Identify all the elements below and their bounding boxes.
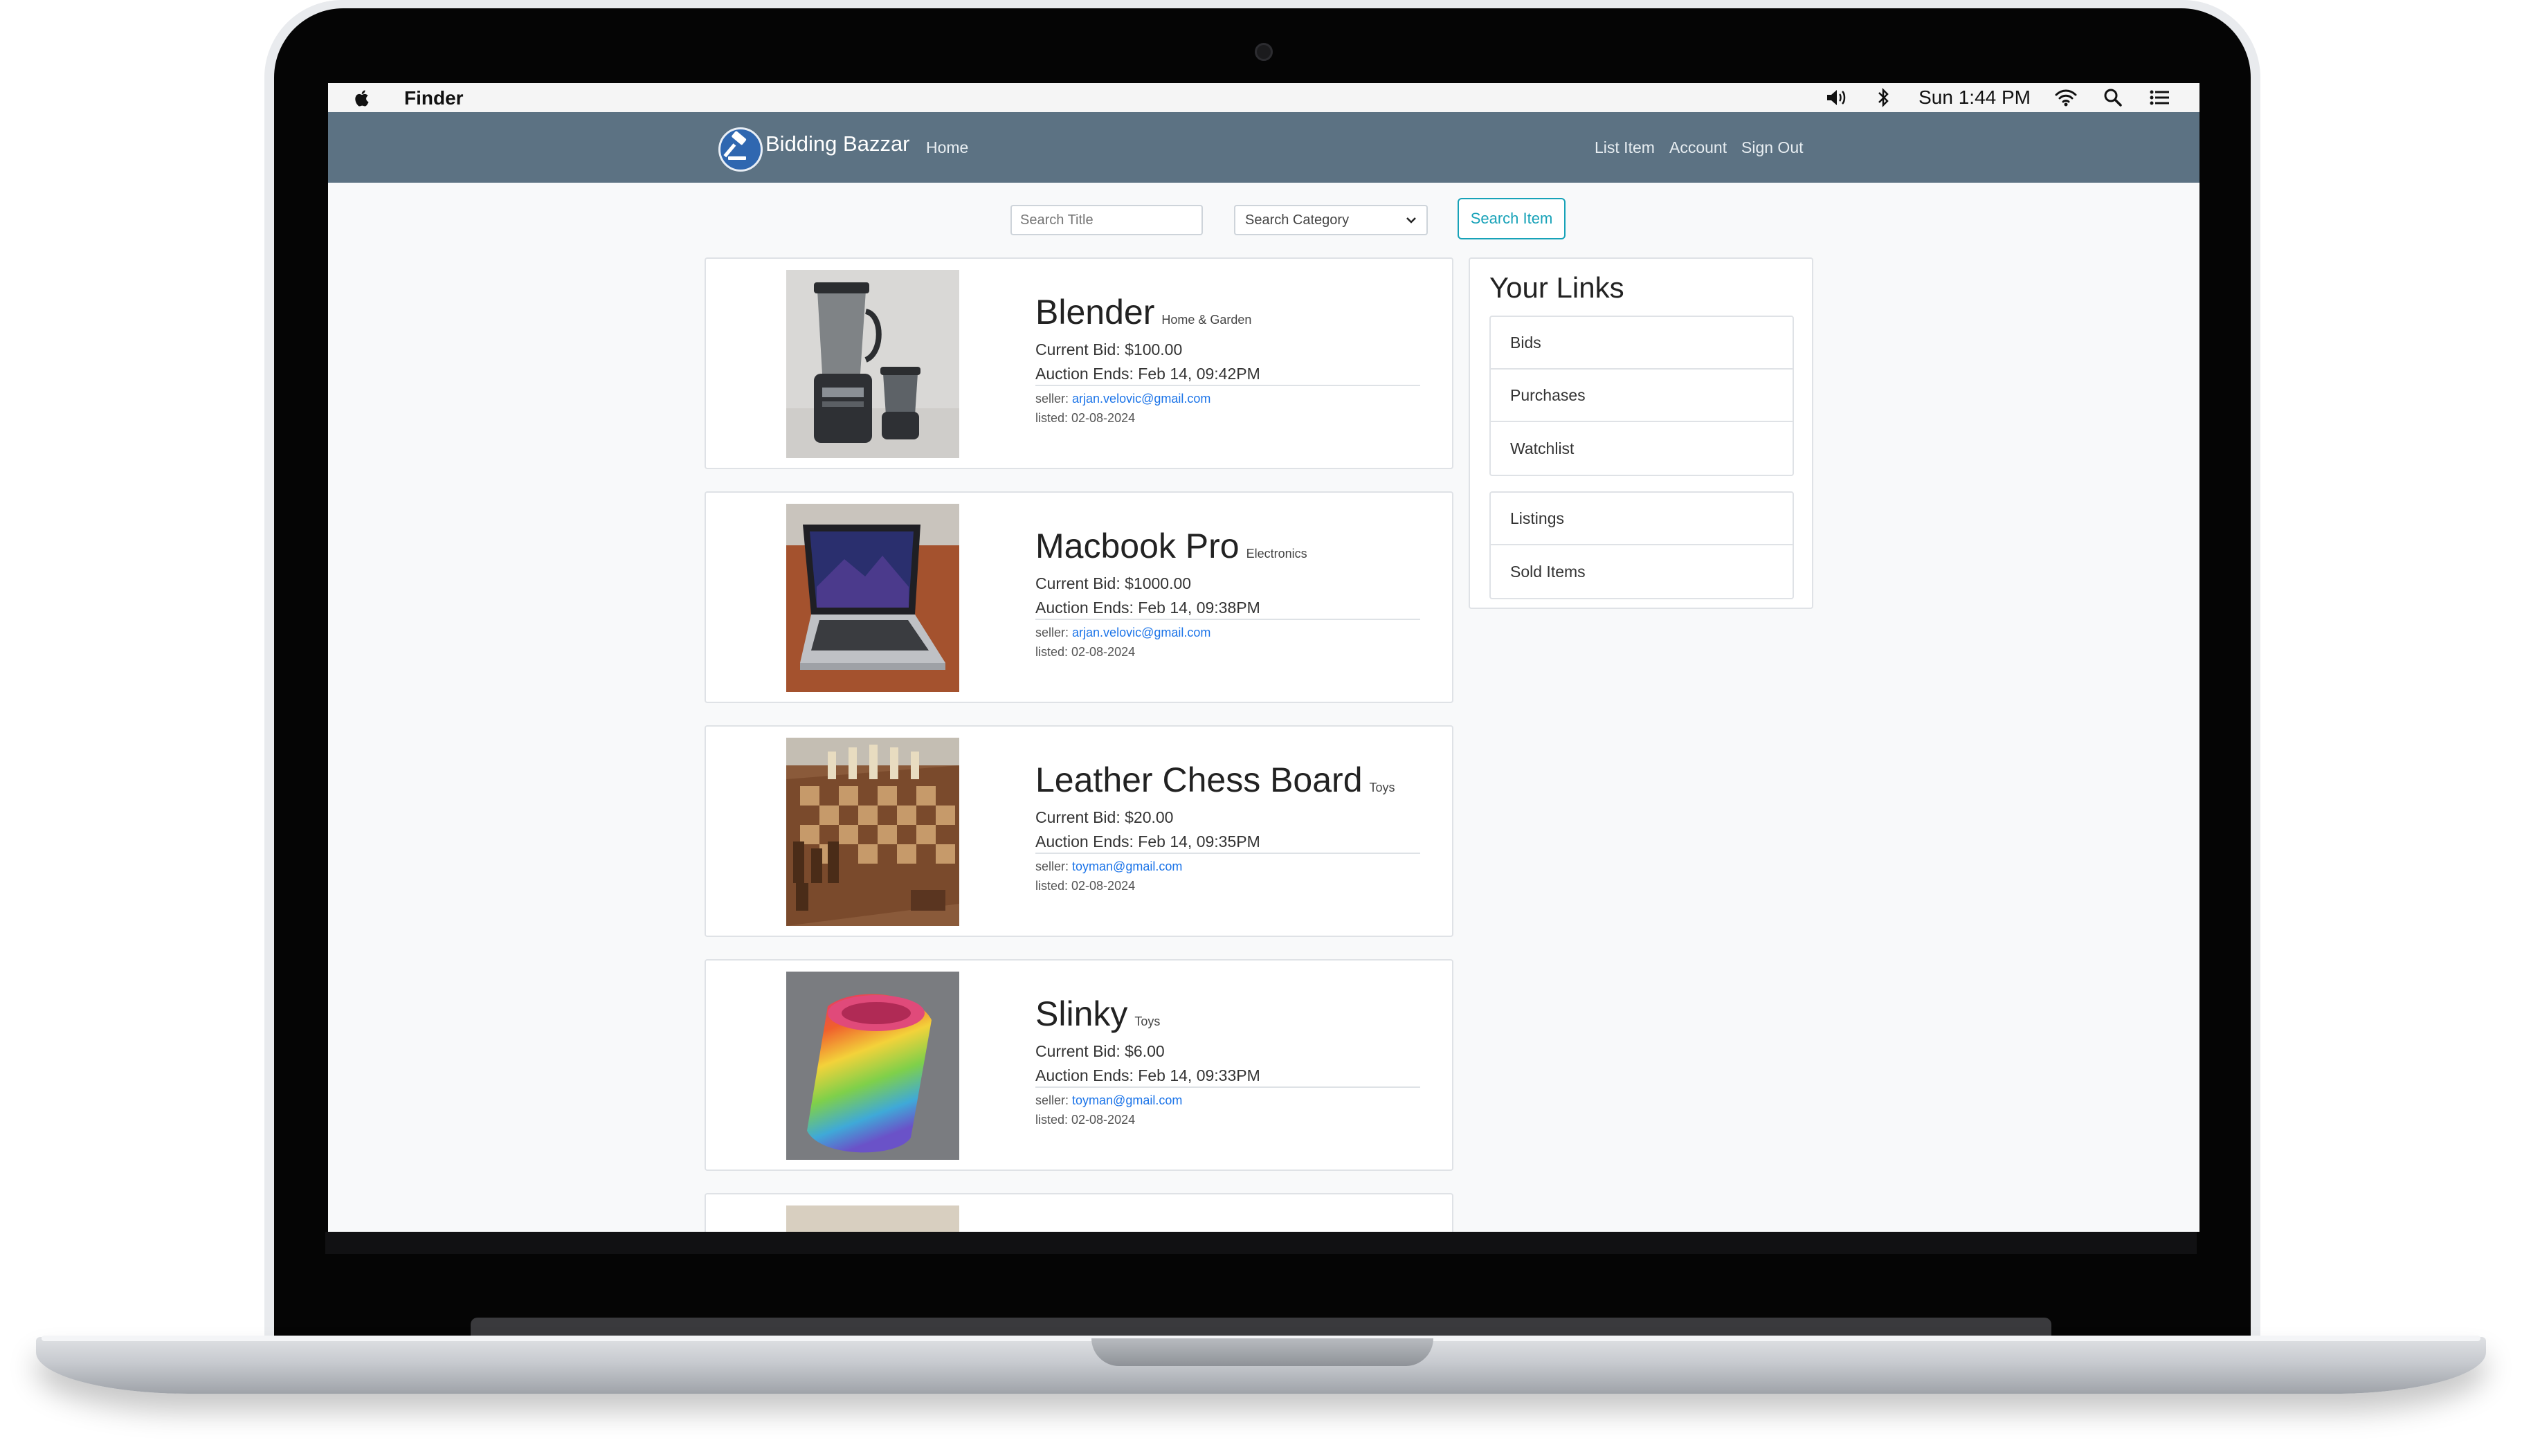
listing-image[interactable] — [786, 1205, 959, 1232]
listing-category: Home & Garden — [1161, 313, 1252, 327]
listing-auction-ends: Auction Ends: Feb 14, 09:33PM — [1035, 1066, 1260, 1084]
seller-email-link[interactable]: arjan.velovic@gmail.com — [1072, 626, 1210, 639]
listing-current-bid: Current Bid: $1000.00 — [1035, 574, 1192, 592]
slinky-image[interactable] — [786, 972, 959, 1160]
link-bids[interactable]: Bids — [1491, 317, 1793, 370]
chess-board-image[interactable] — [786, 738, 959, 926]
search-category-value: Search Category — [1245, 212, 1350, 228]
menubar-clock[interactable]: Sun 1:44 PM — [1918, 87, 2031, 109]
listing-current-bid: Current Bid: $100.00 — [1035, 340, 1183, 358]
listing-category: Toys — [1134, 1014, 1161, 1028]
listing-card[interactable]: Leather Chess Board Toys Current Bid: $20… — [705, 725, 1453, 937]
listing-info: Macbook Pro Electronics Current Bid: $100… — [1035, 526, 1420, 662]
listing-auction-ends: Auction Ends: Feb 14, 09:35PM — [1035, 832, 1260, 850]
divider — [1035, 619, 1420, 620]
divider — [1035, 385, 1420, 386]
listing-card[interactable]: Macbook Pro Electronics Current Bid: $100… — [705, 491, 1453, 703]
divider — [1035, 853, 1420, 854]
listing-listed-date: listed: 02-08-2024 — [1035, 879, 1136, 893]
your-links-title: Your Links — [1489, 271, 1624, 304]
control-center-icon[interactable] — [2148, 87, 2172, 108]
listing-listed-date: listed: 02-08-2024 — [1035, 645, 1136, 659]
search-category-select[interactable]: Search Category — [1234, 205, 1428, 235]
link-listings[interactable]: Listings — [1491, 493, 1793, 545]
laptop-notch — [1091, 1338, 1433, 1366]
apple-icon[interactable] — [353, 89, 372, 108]
links-group-activity: Bids Purchases Watchlist — [1489, 316, 1794, 476]
listing-title[interactable]: Slinky — [1035, 994, 1127, 1033]
listing-info: Blender Home & Garden Current Bid: $100.0… — [1035, 292, 1420, 428]
search-item-button[interactable]: Search Item — [1458, 198, 1566, 239]
menubar-status-area: Sun 1:44 PM — [1824, 86, 2172, 109]
divider — [1035, 1086, 1420, 1088]
brand-name[interactable]: Bidding Bazzar — [765, 131, 910, 156]
listing-auction-ends: Auction Ends: Feb 14, 09:42PM — [1035, 365, 1260, 383]
listing-card[interactable]: Blender Home & Garden Current Bid: $100.0… — [705, 257, 1453, 469]
listing-category: Electronics — [1246, 547, 1307, 561]
chevron-down-icon — [1406, 217, 1416, 224]
listing-listed-date: listed: 02-08-2024 — [1035, 1113, 1136, 1127]
listing-info: Slinky Toys Current Bid: $6.00 Auction En… — [1035, 994, 1420, 1129]
listing-info: Leather Chess Board Toys Current Bid: $20… — [1035, 760, 1420, 895]
search-title-input[interactable] — [1010, 205, 1203, 235]
listing-card[interactable]: Slinky Toys Current Bid: $6.00 Auction En… — [705, 959, 1453, 1171]
seller-label: seller: — [1035, 1093, 1069, 1107]
listing-auction-ends: Auction Ends: Feb 14, 09:38PM — [1035, 599, 1260, 617]
listing-category: Toys — [1369, 781, 1395, 794]
screen: Finder Sun 1:44 PM Bidding Bazzar Home L… — [328, 83, 2199, 1232]
seller-email-link[interactable]: arjan.velovic@gmail.com — [1072, 392, 1210, 406]
volume-icon[interactable] — [1824, 87, 1848, 108]
listing-title[interactable]: Macbook Pro — [1035, 527, 1240, 565]
listing-seller: seller: toyman@gmail.com — [1035, 857, 1420, 876]
listing-current-bid: Current Bid: $6.00 — [1035, 1042, 1165, 1060]
link-watchlist[interactable]: Watchlist — [1491, 422, 1793, 475]
hinge — [471, 1318, 2051, 1336]
listing-seller: seller: arjan.velovic@gmail.com — [1035, 389, 1420, 408]
links-group-selling: Listings Sold Items — [1489, 491, 1794, 599]
nav-home-link[interactable]: Home — [926, 138, 968, 157]
wifi-icon[interactable] — [2054, 87, 2078, 108]
seller-label: seller: — [1035, 626, 1069, 639]
seller-label: seller: — [1035, 392, 1069, 406]
gavel-logo-icon[interactable] — [718, 127, 763, 172]
listing-title[interactable]: Leather Chess Board — [1035, 761, 1363, 799]
seller-label: seller: — [1035, 859, 1069, 873]
nav-account-link[interactable]: Account — [1669, 138, 1727, 157]
link-purchases[interactable]: Purchases — [1491, 370, 1793, 422]
listing-current-bid: Current Bid: $20.00 — [1035, 808, 1174, 826]
listing-card[interactable] — [705, 1193, 1453, 1232]
spotlight-icon[interactable] — [2101, 87, 2125, 108]
macos-menubar: Finder Sun 1:44 PM — [328, 83, 2199, 112]
nav-sign-out-link[interactable]: Sign Out — [1741, 138, 1804, 157]
active-app-name[interactable]: Finder — [404, 87, 464, 109]
listing-seller: seller: toyman@gmail.com — [1035, 1091, 1420, 1110]
blender-image[interactable] — [786, 270, 959, 458]
seller-email-link[interactable]: toyman@gmail.com — [1072, 1093, 1182, 1107]
bezel-bottom-strip — [325, 1232, 2197, 1254]
listing-title[interactable]: Blender — [1035, 293, 1154, 331]
seller-email-link[interactable]: toyman@gmail.com — [1072, 859, 1182, 873]
nav-list-item-link[interactable]: List Item — [1595, 138, 1655, 157]
site-navbar: Bidding Bazzar Home List Item Account Si… — [328, 112, 2199, 183]
listing-seller: seller: arjan.velovic@gmail.com — [1035, 623, 1420, 642]
link-sold-items[interactable]: Sold Items — [1491, 545, 1793, 598]
bluetooth-icon[interactable] — [1871, 87, 1895, 108]
listing-listed-date: listed: 02-08-2024 — [1035, 411, 1136, 425]
your-links-panel: Your Links Bids Purchases Watchlist List… — [1469, 257, 1813, 609]
macbook-image[interactable] — [786, 504, 959, 692]
webcam — [1255, 43, 1273, 61]
